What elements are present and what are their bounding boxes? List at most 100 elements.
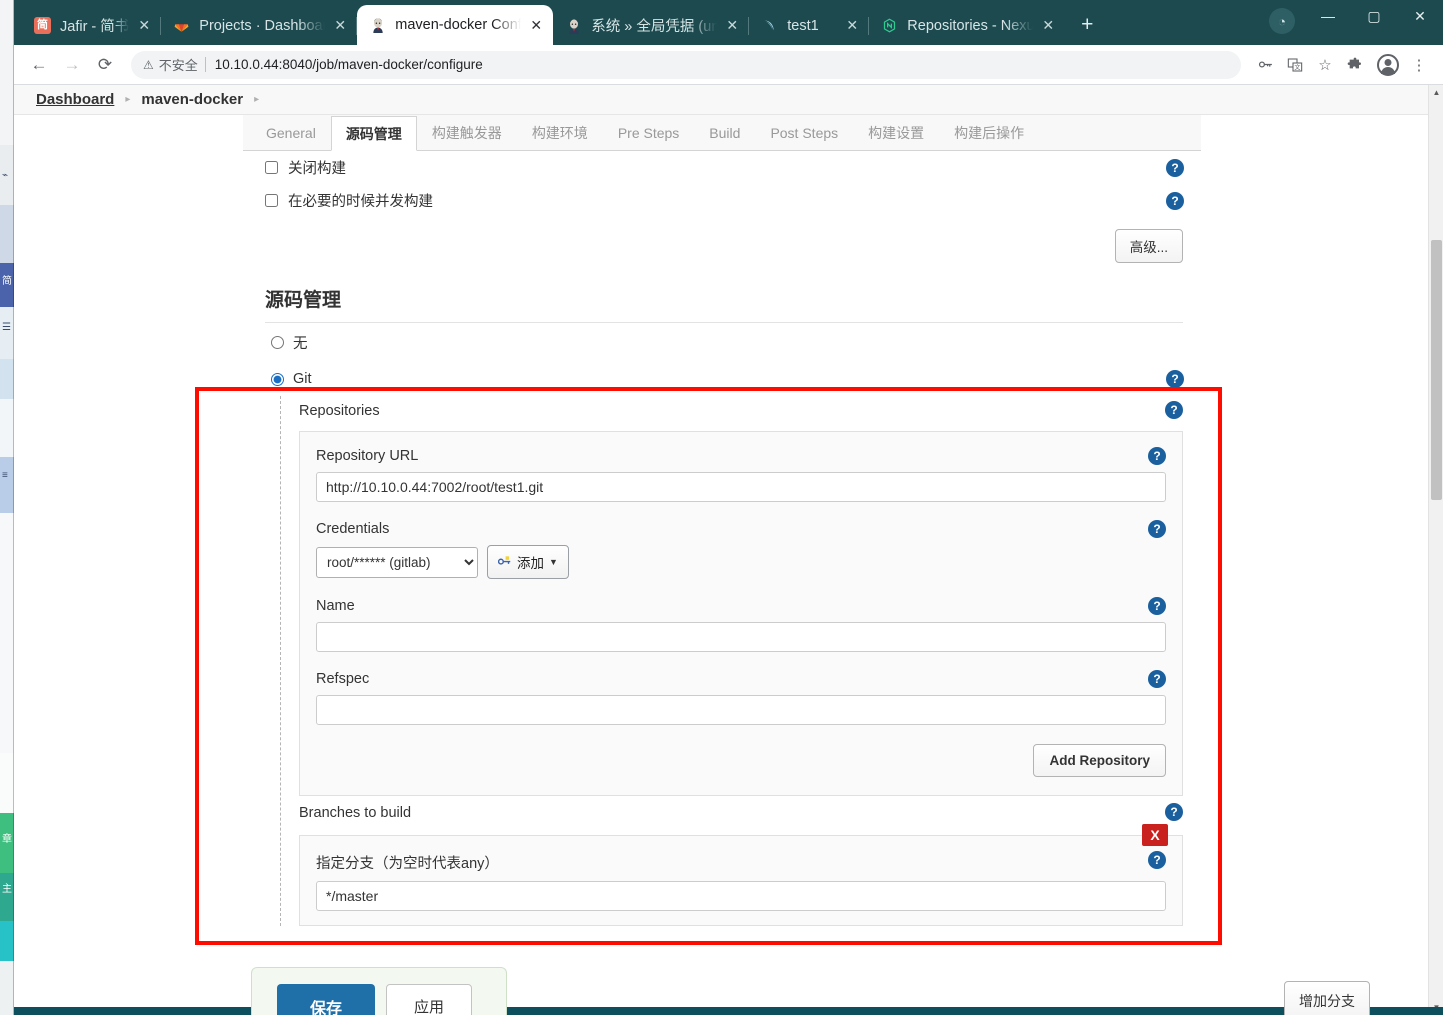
config-panel: General 源码管理 构建触发器 构建环境 Pre Steps Build … [243, 115, 1201, 926]
advanced-button[interactable]: 高级... [1114, 229, 1183, 263]
breadcrumb-caret-icon[interactable]: ▸ [254, 94, 259, 105]
scm-section: 源码管理 无 Git ? Repositories ? Repository U… [243, 273, 1201, 926]
scm-none-radio[interactable] [271, 336, 284, 349]
scroll-up-arrow-icon[interactable]: ▲ [1429, 85, 1443, 100]
jianshu-favicon-icon: 简 [34, 17, 51, 34]
apply-button[interactable]: 应用 [386, 984, 473, 1015]
help-icon[interactable]: ? [1166, 191, 1184, 210]
breadcrumb-item-dashboard[interactable]: Dashboard [36, 91, 114, 108]
help-icon[interactable]: ? [1148, 851, 1166, 869]
add-branch-row: 增加分支 [1284, 981, 1370, 1015]
gitlab-favicon-icon [173, 17, 190, 34]
concurrent-build-label: 在必要的时候并发构建 [288, 194, 433, 210]
window-bottom-edge [14, 1007, 1443, 1015]
breadcrumb-caret-icon[interactable]: ▸ [125, 94, 130, 105]
disable-build-checkbox[interactable] [265, 161, 278, 174]
tab-pre-steps[interactable]: Pre Steps [603, 115, 694, 150]
checkbox-row-concurrent-build[interactable]: 在必要的时候并发构建 ? [243, 184, 1201, 217]
browser-tab-maven-docker-config[interactable]: maven-docker Config ✕ [357, 5, 554, 45]
save-button[interactable]: 保存 [277, 983, 376, 1015]
tab-general[interactable]: General [251, 115, 331, 150]
close-tab-icon[interactable]: ✕ [329, 15, 351, 37]
credentials-field: Credentials ? root/****** (gitlab) 添加 ▼ [316, 520, 1166, 579]
tab-build-triggers[interactable]: 构建触发器 [417, 115, 517, 150]
tab-post-steps[interactable]: Post Steps [755, 115, 853, 150]
nexus-favicon-icon [881, 17, 898, 34]
help-icon[interactable]: ? [1165, 401, 1183, 419]
repositories-label: Repositories [299, 403, 380, 419]
close-tab-icon[interactable]: ✕ [1037, 15, 1059, 37]
page-scrollbar[interactable]: ▲ ▼ [1428, 85, 1443, 1015]
branch-specifier-input[interactable] [316, 881, 1166, 911]
repository-refspec-label-row: Refspec ? [316, 670, 1166, 688]
maximize-window-button[interactable]: ▢ [1351, 0, 1397, 32]
credentials-select[interactable]: root/****** (gitlab) [316, 546, 478, 578]
delete-branch-button[interactable]: X [1142, 824, 1168, 846]
add-repository-button[interactable]: Add Repository [1033, 744, 1166, 777]
close-window-button[interactable]: ✕ [1397, 0, 1443, 32]
breadcrumb-item-maven-docker[interactable]: maven-docker [141, 91, 243, 108]
not-secure-icon: ⚠ [143, 57, 154, 72]
browser-tab-nexus-repositories[interactable]: Repositories - Nexus R ✕ [869, 6, 1065, 45]
scm-git-radio[interactable] [271, 372, 284, 386]
close-tab-icon[interactable]: ✕ [721, 15, 743, 37]
config-form: 关闭构建 ? 在必要的时候并发构建 ? 高级... 源码管理 无 Git ? R… [243, 151, 1201, 926]
close-tab-icon[interactable]: ✕ [525, 14, 547, 36]
save-bar: 保存 应用 [251, 967, 507, 1015]
repository-refspec-input[interactable] [316, 695, 1166, 725]
close-tab-icon[interactable]: ✕ [133, 15, 155, 37]
chrome-profile-chip-icon[interactable]: ◔ [1269, 8, 1295, 34]
help-icon[interactable]: ? [1148, 670, 1166, 688]
scm-option-none[interactable]: 无 [243, 323, 1201, 362]
credentials-label-row: Credentials ? [316, 520, 1166, 538]
chrome-menu-icon[interactable]: ⋮ [1405, 51, 1433, 79]
credentials-row: root/****** (gitlab) 添加 ▼ [316, 545, 1166, 579]
add-credentials-button[interactable]: 添加 ▼ [487, 545, 569, 579]
help-icon[interactable]: ? [1166, 370, 1184, 388]
tab-build-environment[interactable]: 构建环境 [517, 115, 603, 150]
repository-name-input[interactable] [316, 622, 1166, 652]
address-bar[interactable]: ⚠ 不安全 10.10.0.44:8040/job/maven-docker/c… [131, 50, 1241, 79]
help-icon[interactable]: ? [1148, 597, 1166, 615]
repository-name-label-row: Name ? [316, 597, 1166, 615]
browser-tab-title: maven-docker Config [395, 17, 522, 33]
tab-post-build-actions[interactable]: 构建后操作 [939, 115, 1039, 150]
close-tab-icon[interactable]: ✕ [841, 15, 863, 37]
browser-tab-jianshu[interactable]: 简 Jafir - 简书 ✕ [22, 6, 162, 45]
profile-avatar-icon[interactable] [1377, 53, 1399, 76]
branches-section: Branches to build ? X 指定分支（为空时代表any） ? *… [299, 798, 1201, 926]
help-icon[interactable]: ? [1166, 158, 1184, 177]
tab-build[interactable]: Build [694, 115, 755, 150]
reload-icon[interactable]: ⟳ [90, 50, 120, 80]
help-icon[interactable]: ? [1148, 447, 1166, 465]
not-secure-label: 不安全 [158, 58, 198, 73]
tab-source-code-management[interactable]: 源码管理 [330, 116, 417, 151]
minimize-window-button[interactable]: — [1305, 0, 1351, 32]
scrollbar-thumb[interactable] [1431, 240, 1442, 500]
bookmark-star-icon[interactable]: ☆ [1311, 51, 1339, 79]
jenkins-favicon-icon [369, 17, 386, 34]
browser-tab-test1[interactable]: test1 ✕ [749, 6, 870, 45]
help-icon[interactable]: ? [1148, 520, 1166, 538]
extensions-puzzle-icon[interactable] [1341, 51, 1369, 79]
repository-refspec-label: Refspec [316, 671, 370, 687]
sqlite-favicon-icon [761, 17, 778, 34]
checkbox-row-disable-build[interactable]: 关闭构建 ? [243, 151, 1201, 184]
new-tab-button[interactable]: + [1072, 10, 1102, 40]
repository-url-input[interactable] [316, 472, 1166, 502]
translate-icon[interactable]: 文 [1281, 51, 1309, 79]
add-branch-button[interactable]: 增加分支 [1284, 981, 1370, 1015]
git-nested-block: Repositories ? Repository URL ? http://1… [280, 396, 1201, 926]
password-key-icon[interactable] [1251, 51, 1279, 79]
browser-tab-jenkins-credentials[interactable]: 系统 » 全局凭据 (unrest ✕ [553, 6, 750, 45]
help-icon[interactable]: ? [1165, 803, 1183, 821]
branch-box: X 指定分支（为空时代表any） ? [299, 824, 1183, 926]
browser-tab-gitlab-projects[interactable]: Projects · Dashboard · ✕ [161, 6, 358, 45]
tab-build-settings[interactable]: 构建设置 [853, 115, 939, 150]
scm-git-label: Git [293, 371, 312, 387]
forward-icon[interactable]: → [57, 50, 87, 80]
concurrent-build-checkbox[interactable] [265, 194, 278, 207]
back-icon[interactable]: ← [24, 50, 54, 80]
repositories-label-row: Repositories ? [299, 396, 1201, 425]
scm-option-git[interactable]: Git ? [243, 362, 1201, 396]
